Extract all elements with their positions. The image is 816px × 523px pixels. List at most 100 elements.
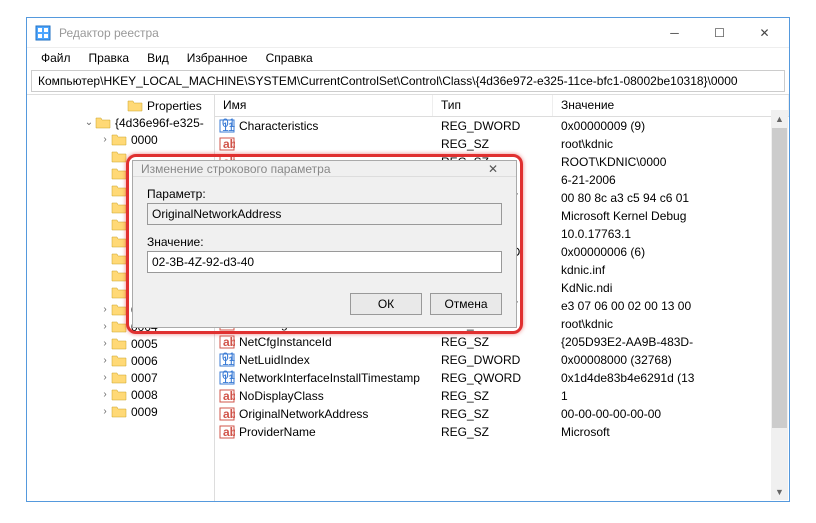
list-row[interactable]: ab OriginalNetworkAddressREG_SZ00-00-00-0… [215,405,789,423]
expand-icon[interactable]: › [99,134,111,145]
svg-text:110: 110 [222,372,235,386]
expand-icon[interactable]: › [99,321,111,332]
tree-item[interactable]: ⌄ {4d36e96f-e325- [27,114,214,131]
row-value: e3 07 06 00 02 00 13 00 [553,299,789,313]
row-name: NetworkInterfaceInstallTimestamp [239,371,433,385]
param-input [147,203,502,225]
tree-item[interactable]: Properties [27,97,214,114]
row-value: {205D93E2-AA9B-483D- [553,335,789,349]
expand-icon[interactable]: › [99,338,111,349]
row-value: 0x00000006 (6) [553,245,789,259]
menu-view[interactable]: Вид [139,49,177,67]
minimize-button[interactable]: ─ [652,18,697,47]
tree-item[interactable]: ›0000 [27,131,214,148]
row-type: REG_SZ [433,407,553,421]
tree-item[interactable]: › 0008 [27,386,214,403]
scroll-thumb[interactable] [772,128,787,428]
row-value: 1 [553,389,789,403]
row-name: OriginalNetworkAddress [239,407,433,421]
string-icon: ab [219,136,235,152]
row-value: 00 80 8c a3 c5 94 c6 01 [553,191,789,205]
menu-edit[interactable]: Правка [81,49,138,67]
dialog-close-button[interactable]: ✕ [478,162,508,176]
vertical-scrollbar[interactable]: ▲ ▼ [771,110,788,500]
row-value: 0x00000009 (9) [553,119,789,133]
row-value: KdNic.ndi [553,281,789,295]
list-row[interactable]: 011110 NetworkInterfaceInstallTimestampRE… [215,369,789,387]
row-value: 0x1d4de83b4e6291d (13 [553,371,789,385]
ok-button[interactable]: ОК [350,293,422,315]
expand-icon[interactable]: › [99,355,111,366]
binary-icon: 011110 [219,370,235,386]
row-value: root\kdnic [553,317,789,331]
tree-item[interactable]: ›0005 [27,335,214,352]
row-type: REG_SZ [433,425,553,439]
list-row[interactable]: abProviderNameREG_SZMicrosoft [215,423,789,441]
expand-icon[interactable]: › [99,389,111,400]
list-row[interactable]: abNetCfgInstanceIdREG_SZ{205D93E2-AA9B-4… [215,333,789,351]
tree-label: 0008 [131,388,158,402]
menu-favorites[interactable]: Избранное [179,49,256,67]
list-row[interactable]: 011110NetLuidIndexREG_DWORD0x00008000 (3… [215,351,789,369]
address-bar[interactable]: Компьютер\HKEY_LOCAL_MACHINE\SYSTEM\Curr… [31,70,785,92]
tree-item[interactable]: › 0006 [27,352,214,369]
tree-label: 0006 [131,354,158,368]
row-name: Characteristics [239,119,433,133]
expand-icon[interactable]: › [99,372,111,383]
col-type[interactable]: Тип [433,95,553,116]
string-icon: ab [219,388,235,404]
row-name: NoDisplayClass [239,389,433,403]
dialog-body: Параметр: Значение: [133,177,516,293]
expand-icon[interactable]: › [99,304,111,315]
menubar: Файл Правка Вид Избранное Справка [27,48,789,68]
svg-text:ab: ab [223,137,235,151]
row-value: 10.0.17763.1 [553,227,789,241]
scroll-down-icon[interactable]: ▼ [771,483,788,500]
svg-text:ab: ab [223,425,235,439]
dialog-title: Изменение строкового параметра [141,162,478,176]
row-type: REG_QWORD [433,371,553,385]
titlebar: Редактор реестра ─ ☐ ✕ [27,18,789,48]
row-value: Microsoft Kernel Debug [553,209,789,223]
list-row[interactable]: abREG_SZroot\kdnic [215,135,789,153]
tree-label: 0007 [131,371,158,385]
col-value[interactable]: Значение [553,95,789,116]
window-title: Редактор реестра [59,26,652,40]
row-value: ROOT\KDNIC\0000 [553,155,789,169]
list-header: Имя Тип Значение [215,95,789,117]
string-icon: ab [219,424,235,440]
list-row[interactable]: abNoDisplayClassREG_SZ1 [215,387,789,405]
dialog-buttons: ОК Отмена [133,293,516,327]
row-name: NetLuidIndex [239,353,433,367]
param-label: Параметр: [147,187,502,201]
window-controls: ─ ☐ ✕ [652,18,787,47]
tree-item[interactable]: › 0007 [27,369,214,386]
cancel-button[interactable]: Отмена [430,293,502,315]
row-type: REG_DWORD [433,353,553,367]
scroll-up-icon[interactable]: ▲ [771,110,788,127]
edit-string-dialog: Изменение строкового параметра ✕ Парамет… [132,160,517,328]
menu-help[interactable]: Справка [258,49,321,67]
binary-icon: 011110 [219,118,235,134]
col-name[interactable]: Имя [215,95,433,116]
string-icon: ab [219,334,235,350]
row-value: 6-21-2006 [553,173,789,187]
svg-text:110: 110 [222,354,235,368]
value-input[interactable] [147,251,502,273]
row-value: 0x00008000 (32768) [553,353,789,367]
tree-label: {4d36e96f-e325- [115,116,204,130]
list-row[interactable]: 011110CharacteristicsREG_DWORD0x00000009… [215,117,789,135]
row-value: 00-00-00-00-00-00 [553,407,789,421]
string-icon: ab [219,406,235,422]
maximize-button[interactable]: ☐ [697,18,742,47]
row-name: NetCfgInstanceId [239,335,433,349]
row-type: REG_SZ [433,137,553,151]
tree-item[interactable]: ›0009 [27,403,214,420]
expand-icon[interactable]: ⌄ [83,117,95,128]
close-button[interactable]: ✕ [742,18,787,47]
row-name: ProviderName [239,425,433,439]
menu-file[interactable]: Файл [33,49,79,67]
svg-text:110: 110 [222,120,235,134]
expand-icon[interactable]: › [99,406,111,417]
address-text: Компьютер\HKEY_LOCAL_MACHINE\SYSTEM\Curr… [38,74,738,88]
